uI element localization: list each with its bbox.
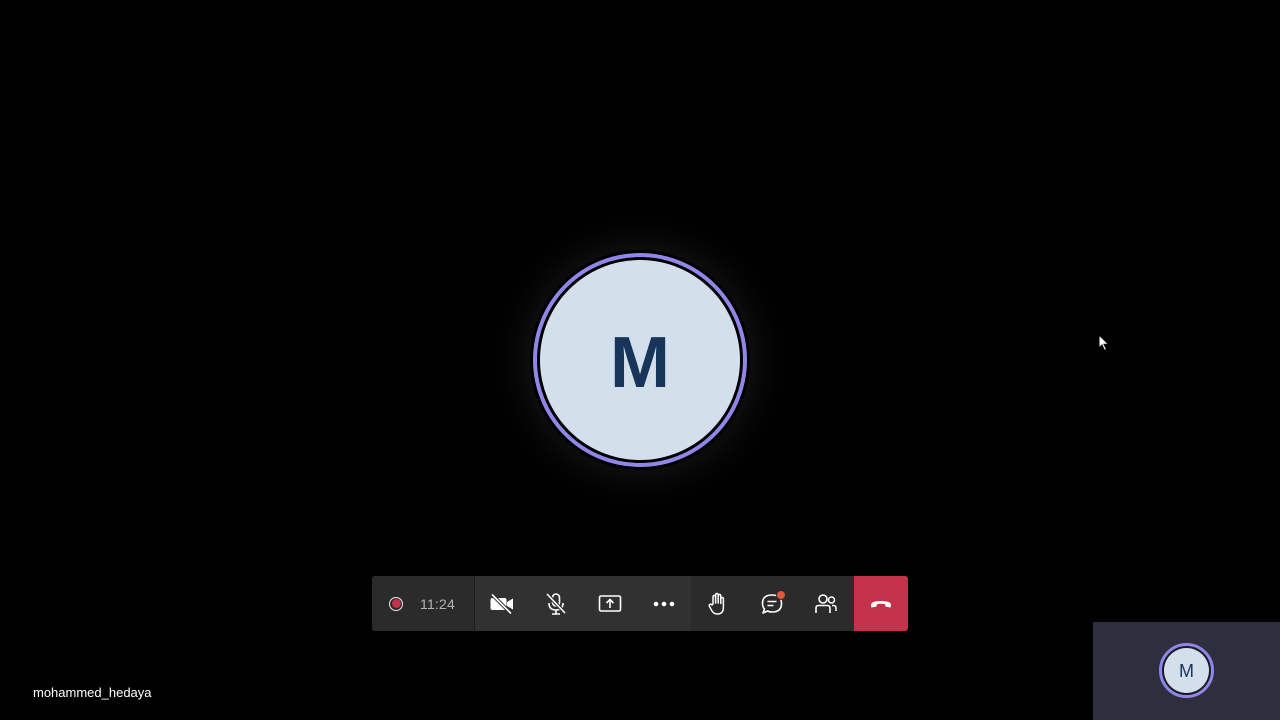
hang-up-button[interactable]	[854, 576, 908, 631]
camera-off-button[interactable]	[475, 576, 529, 631]
share-tray-icon	[598, 594, 622, 612]
self-view-tile[interactable]: M	[1093, 622, 1280, 720]
video-off-icon	[490, 592, 513, 615]
participant-name-label: mohammed_hedaya	[33, 685, 152, 700]
chat-notification-badge	[776, 590, 786, 600]
media-controls	[475, 576, 691, 631]
participant-avatar-fill: M	[540, 260, 740, 460]
share-screen-button[interactable]	[583, 576, 637, 631]
more-icon	[653, 601, 675, 606]
more-actions-button[interactable]	[637, 576, 691, 631]
chat-button[interactable]	[745, 576, 799, 631]
social-controls	[691, 576, 854, 631]
participants-button[interactable]	[799, 576, 853, 631]
self-initial: M	[1179, 660, 1194, 681]
self-avatar: M	[1159, 643, 1214, 698]
recording-group: 11:24	[372, 576, 475, 631]
meeting-stage: M 11:24 mohammed_hedaya M	[0, 0, 1280, 720]
raise-hand-button[interactable]	[691, 576, 745, 631]
participant-initial: M	[610, 323, 670, 403]
elapsed-time: 11:24	[420, 595, 455, 612]
mic-muted-button[interactable]	[529, 576, 583, 631]
participant-avatar: M	[533, 253, 747, 467]
recording-icon	[389, 596, 403, 611]
people-icon	[815, 593, 837, 613]
mic-off-icon	[545, 592, 567, 615]
phone-hangup-icon	[871, 600, 891, 607]
mouse-cursor-icon	[1098, 334, 1110, 352]
self-avatar-fill: M	[1164, 648, 1209, 693]
hand-icon	[708, 592, 725, 615]
meeting-toolbar: 11:24	[372, 576, 908, 631]
